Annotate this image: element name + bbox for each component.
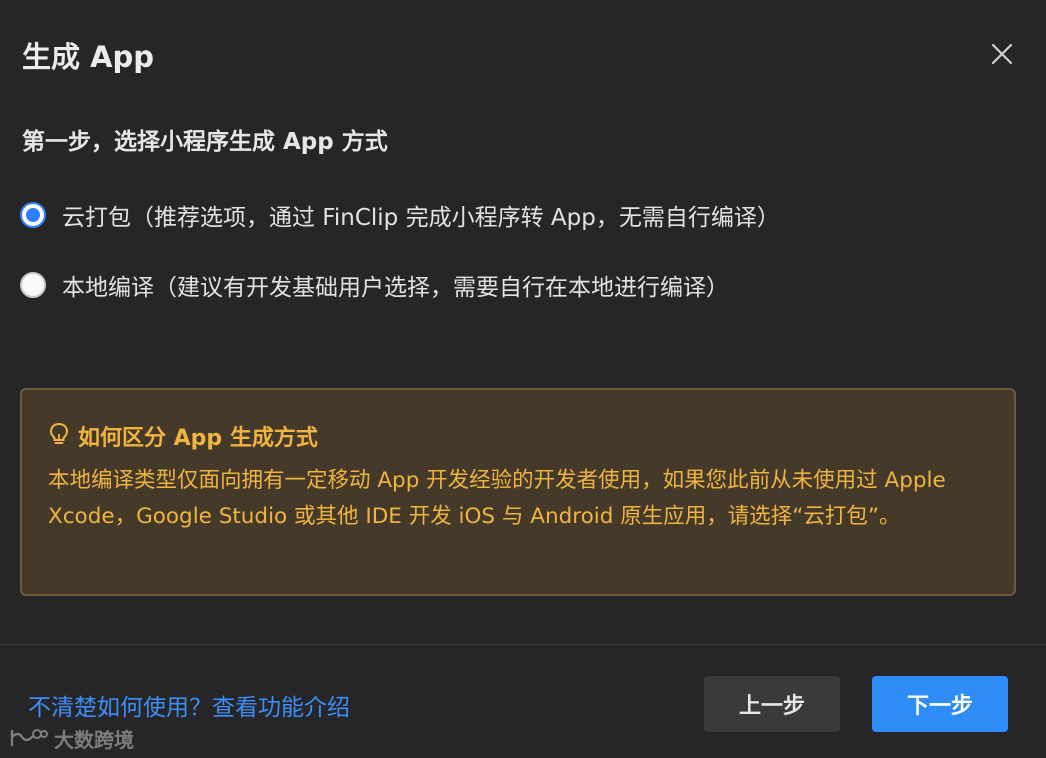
watermark-logo-icon [8, 725, 48, 753]
radio-cloud-build[interactable] [20, 202, 46, 228]
prev-step-button[interactable]: 上一步 [704, 676, 840, 732]
notice-box: 如何区分 App 生成方式 本地编译类型仅面向拥有一定移动 App 开发经验的开… [20, 388, 1016, 596]
option-local-compile-label: 本地编译（建议有开发基础用户选择，需要自行在本地进行编译） [62, 275, 729, 301]
option-local-compile[interactable]: 本地编译（建议有开发基础用户选择，需要自行在本地进行编译） [20, 268, 729, 302]
help-link[interactable]: 不清楚如何使用？查看功能介绍 [28, 688, 350, 722]
notice-body: 本地编译类型仅面向拥有一定移动 App 开发经验的开发者使用，如果您此前从未使用… [48, 468, 946, 529]
generate-app-dialog: 生成 App 第一步，选择小程序生成 App 方式 云打包（推荐选项，通过 Fi… [0, 0, 1046, 758]
watermark-text: 大数跨境 [54, 728, 134, 752]
close-icon[interactable] [986, 38, 1018, 70]
radio-local-compile[interactable] [20, 272, 46, 298]
lightbulb-icon [48, 422, 70, 450]
notice-title: 如何区分 App 生成方式 [78, 426, 318, 451]
footer-divider [0, 644, 1046, 645]
option-cloud-build-label: 云打包（推荐选项，通过 FinClip 完成小程序转 App，无需自行编译） [62, 205, 780, 231]
step-title: 第一步，选择小程序生成 App 方式 [22, 129, 388, 155]
next-step-button[interactable]: 下一步 [872, 676, 1008, 732]
watermark: 大数跨境 [8, 724, 134, 753]
notice-header: 如何区分 App 生成方式 [48, 420, 318, 452]
dialog-title: 生成 App [22, 40, 155, 74]
option-cloud-build[interactable]: 云打包（推荐选项，通过 FinClip 完成小程序转 App，无需自行编译） [20, 198, 780, 232]
